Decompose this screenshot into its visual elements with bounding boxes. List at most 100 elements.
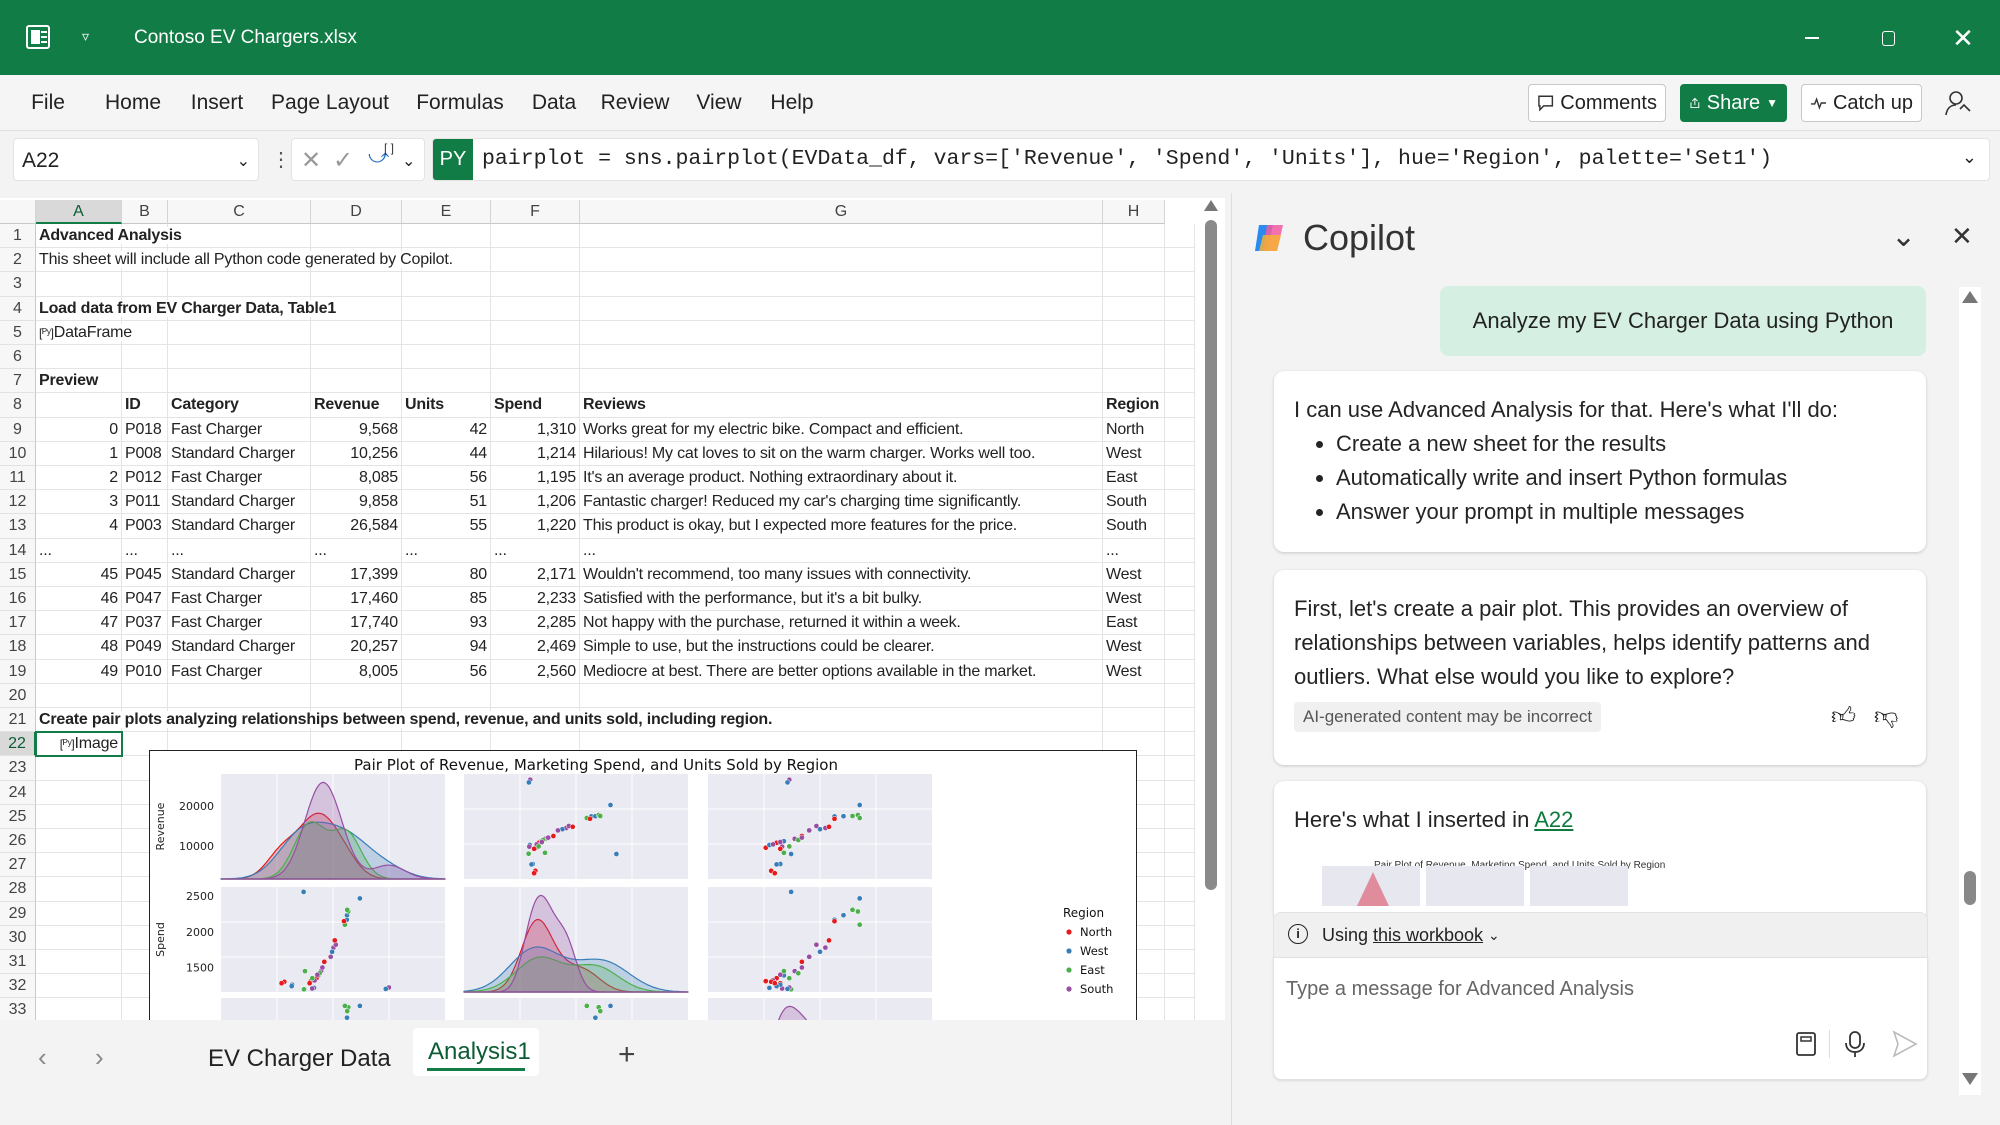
cell[interactable]	[36, 684, 122, 708]
cell[interactable]	[36, 781, 122, 805]
cell[interactable]	[1165, 684, 1195, 708]
cell[interactable]	[1165, 829, 1195, 853]
cell[interactable]: P003	[122, 514, 168, 538]
cell[interactable]	[402, 224, 491, 248]
cell[interactable]: West	[1103, 635, 1165, 659]
cell[interactable]: Revenue	[311, 393, 402, 417]
cell[interactable]	[402, 321, 491, 345]
cell[interactable]	[311, 321, 402, 345]
cell[interactable]	[491, 684, 580, 708]
cell[interactable]: ...	[122, 539, 168, 563]
cell[interactable]	[491, 321, 580, 345]
cell[interactable]: 1,220	[491, 514, 580, 538]
cell[interactable]	[168, 272, 311, 296]
menu-page-layout[interactable]: Page Layout	[271, 91, 389, 115]
share-button[interactable]: Share ▼	[1680, 84, 1787, 122]
chevron-down-icon[interactable]: ⌄	[402, 151, 415, 171]
cell[interactable]: 56	[402, 466, 491, 490]
cell[interactable]: 2,560	[491, 660, 580, 684]
cell[interactable]: Fast Charger	[168, 611, 311, 635]
row-header-32[interactable]: 32	[0, 974, 36, 998]
cell[interactable]	[580, 248, 1103, 272]
context-workbook-link[interactable]: this workbook	[1373, 913, 1483, 957]
cell[interactable]	[1165, 974, 1195, 998]
cell[interactable]	[491, 345, 580, 369]
cell[interactable]	[1165, 345, 1195, 369]
cell[interactable]: 94	[402, 635, 491, 659]
cell[interactable]	[1103, 272, 1165, 296]
cell[interactable]	[311, 345, 402, 369]
cell[interactable]: 0	[36, 418, 122, 442]
cell[interactable]: Units	[402, 393, 491, 417]
cell[interactable]: P045	[122, 563, 168, 587]
cell[interactable]: Spend	[491, 393, 580, 417]
tab-analysis1[interactable]: Analysis1	[413, 1028, 539, 1076]
cell[interactable]: 2,285	[491, 611, 580, 635]
cancel-icon[interactable]: ✕	[301, 146, 321, 175]
row-header-6[interactable]: 6	[0, 345, 36, 369]
cell[interactable]: 1,195	[491, 466, 580, 490]
cell[interactable]	[1165, 756, 1195, 780]
cell[interactable]: 3	[36, 490, 122, 514]
row-header-2[interactable]: 2	[0, 248, 36, 272]
more-options-icon[interactable]: ⋮	[271, 147, 291, 172]
cell[interactable]: Not happy with the purchase, returned it…	[580, 611, 1103, 635]
cell[interactable]: Load data from EV Charger Data, Table1	[36, 297, 122, 321]
restore-button[interactable]	[1870, 20, 1906, 56]
cell[interactable]: Standard Charger	[168, 490, 311, 514]
cell[interactable]	[36, 974, 122, 998]
cell[interactable]: 10,256	[311, 442, 402, 466]
cell[interactable]: 2,171	[491, 563, 580, 587]
cell[interactable]	[311, 369, 402, 393]
cell[interactable]	[168, 369, 311, 393]
cell[interactable]: 93	[402, 611, 491, 635]
enter-check-icon[interactable]: ✓	[333, 146, 353, 175]
cell[interactable]: 46	[36, 587, 122, 611]
cell[interactable]	[580, 345, 1103, 369]
column-header-H[interactable]: H	[1103, 200, 1165, 224]
cell[interactable]: North	[1103, 418, 1165, 442]
cell[interactable]: ...	[36, 539, 122, 563]
cell[interactable]	[402, 297, 491, 321]
cell[interactable]	[36, 393, 122, 417]
cell[interactable]	[1165, 442, 1195, 466]
cell[interactable]	[36, 756, 122, 780]
cell[interactable]	[36, 877, 122, 901]
pairplot-image[interactable]: Pair Plot of Revenue, Marketing Spend, a…	[149, 750, 1137, 1020]
cell[interactable]: 17,460	[311, 587, 402, 611]
row-header-12[interactable]: 12	[0, 490, 36, 514]
cell[interactable]	[580, 369, 1103, 393]
cell[interactable]	[1103, 224, 1165, 248]
cell[interactable]: 2,233	[491, 587, 580, 611]
cell[interactable]: West	[1103, 563, 1165, 587]
cell[interactable]: Standard Charger	[168, 563, 311, 587]
copilot-person-icon[interactable]	[1944, 89, 1972, 117]
cell[interactable]: West	[1103, 587, 1165, 611]
cell[interactable]	[1165, 732, 1195, 756]
cell[interactable]	[1103, 297, 1165, 321]
cell[interactable]	[122, 684, 168, 708]
thumbs-down-icon[interactable]: 👎︎	[1874, 700, 1898, 734]
cell[interactable]	[1165, 563, 1195, 587]
row-header-11[interactable]: 11	[0, 466, 36, 490]
menu-formulas[interactable]: Formulas	[416, 91, 504, 115]
cell[interactable]: Fast Charger	[168, 660, 311, 684]
cell[interactable]: Fantastic charger! Reduced my car's char…	[580, 490, 1103, 514]
cell[interactable]: 80	[402, 563, 491, 587]
row-header-31[interactable]: 31	[0, 950, 36, 974]
row-header-1[interactable]: 1	[0, 224, 36, 248]
cell[interactable]: It's an average product. Nothing extraor…	[580, 466, 1103, 490]
cell[interactable]: 56	[402, 660, 491, 684]
send-icon[interactable]	[1892, 1030, 1918, 1058]
cell[interactable]	[1165, 514, 1195, 538]
cell[interactable]: 49	[36, 660, 122, 684]
cell[interactable]: West	[1103, 660, 1165, 684]
cell[interactable]	[122, 272, 168, 296]
row-header-3[interactable]: 3	[0, 272, 36, 296]
cell[interactable]	[1103, 369, 1165, 393]
cell[interactable]	[36, 805, 122, 829]
column-header-E[interactable]: E	[402, 200, 491, 224]
quick-access-dropdown-icon[interactable]: ▿	[82, 28, 89, 45]
add-sheet-icon[interactable]: +	[618, 1038, 636, 1072]
cell[interactable]: 45	[36, 563, 122, 587]
